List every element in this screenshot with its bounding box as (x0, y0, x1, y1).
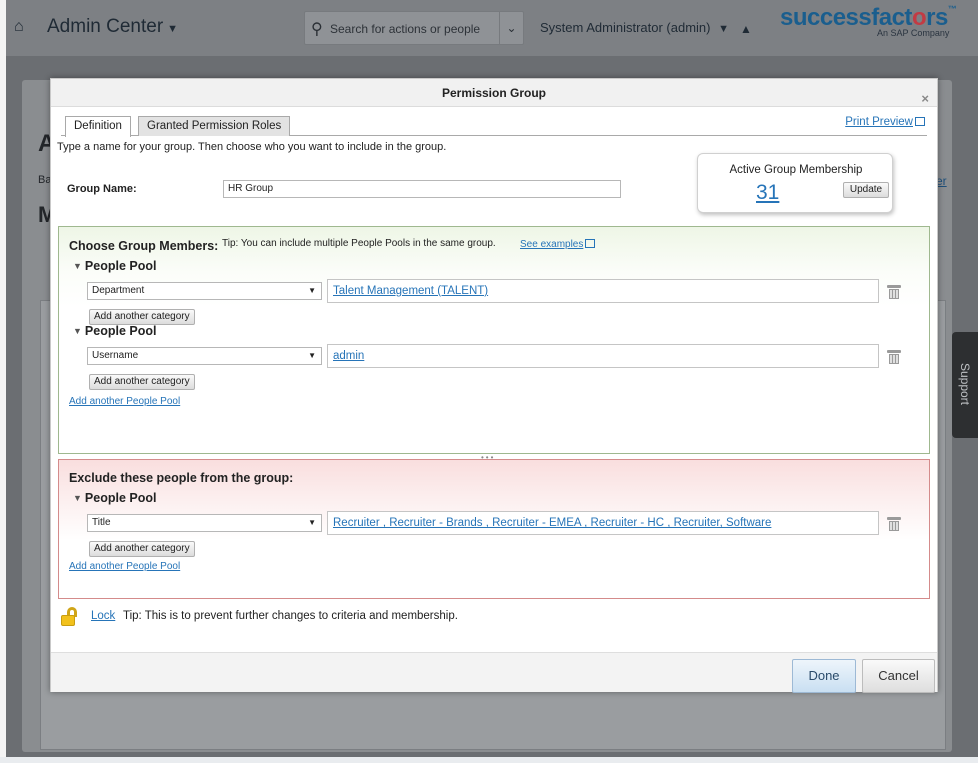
tab-definition[interactable]: Definition (65, 116, 131, 137)
chevron-down-icon: ▼ (308, 286, 316, 295)
search-box[interactable]: ⚲ Search for actions or people ⌄ (304, 11, 524, 45)
people-pool-title[interactable]: ▼ People Pool (73, 324, 156, 338)
add-category-button[interactable]: Add another category (89, 541, 195, 557)
bell-icon[interactable]: ▲ (740, 22, 752, 36)
instructions: Type a name for your group. Then choose … (57, 141, 447, 153)
home-icon[interactable]: ⌂ (14, 18, 24, 36)
collapse-triangle-icon: ▼ (73, 326, 82, 336)
dialog-title: Permission Group (441, 86, 547, 100)
trash-icon[interactable] (887, 285, 901, 299)
group-name-label: Group Name: (67, 183, 137, 195)
dialog-tabs: Definition Granted Permission Roles (61, 116, 927, 137)
dialog-footer: Done Cancel (51, 652, 937, 693)
add-category-button[interactable]: Add another category (89, 309, 195, 325)
chevron-down-icon: ▼ (308, 351, 316, 360)
people-pool-title[interactable]: ▼ People Pool (73, 259, 156, 273)
search-icon: ⚲ (311, 21, 323, 38)
lock-icon[interactable] (61, 607, 79, 626)
admin-center-menu[interactable]: Admin Center ▼ (47, 16, 178, 38)
add-people-pool-link[interactable]: Add another People Pool (69, 396, 180, 407)
category-select[interactable]: Department ▼ (87, 282, 322, 300)
active-membership-title: Active Group Membership (729, 164, 863, 176)
done-button[interactable]: Done (792, 659, 856, 693)
people-pool-criteria[interactable]: Talent Management (TALENT) (327, 279, 879, 303)
print-preview-link[interactable]: Print Preview (845, 116, 925, 128)
brand-subtitle: An SAP Company (877, 28, 950, 38)
group-name-field[interactable]: HR Group (223, 180, 621, 198)
add-category-button[interactable]: Add another category (89, 374, 195, 390)
people-pool-title[interactable]: ▼ People Pool (73, 491, 156, 505)
category-select[interactable]: Username ▼ (87, 347, 322, 365)
chevron-down-icon: ▼ (718, 23, 730, 35)
choose-members-tip: Tip: You can include multiple People Poo… (222, 238, 496, 249)
chevron-down-icon: ▼ (308, 518, 316, 527)
search-input[interactable]: Search for actions or people (330, 22, 480, 36)
people-pool-criteria[interactable]: admin (327, 344, 879, 368)
cancel-button[interactable]: Cancel (862, 659, 935, 693)
support-tab[interactable]: Support (952, 332, 978, 438)
membership-count[interactable]: 31 (756, 181, 779, 205)
choose-group-members-section: Choose Group Members: Tip: You can inclu… (58, 226, 930, 454)
add-people-pool-link[interactable]: Add another People Pool (69, 561, 180, 572)
user-name: System Administrator (admin) (540, 20, 711, 35)
chevron-down-icon: ▼ (167, 23, 179, 35)
trash-icon[interactable] (887, 517, 901, 531)
trash-icon[interactable] (887, 350, 901, 364)
top-header: ⌂ Admin Center ▼ ⚲ Search for actions or … (0, 0, 978, 56)
user-menu[interactable]: System Administrator (admin) ▼ (540, 20, 729, 35)
admin-center-label: Admin Center (47, 16, 164, 37)
support-label: Support (958, 362, 972, 406)
permission-group-dialog: Permission Group × Definition Granted Pe… (50, 78, 938, 693)
window-edge (0, 757, 978, 763)
external-link-icon (915, 117, 925, 126)
update-button[interactable]: Update (843, 182, 889, 198)
people-pool-criteria[interactable]: Recruiter , Recruiter - Brands , Recruit… (327, 511, 879, 535)
collapse-triangle-icon: ▼ (73, 493, 82, 503)
dialog-header: Permission Group × (51, 79, 937, 107)
see-examples-link[interactable]: See examples (520, 238, 596, 250)
exclude-title: Exclude these people from the group: (69, 471, 294, 485)
search-scope-dropdown[interactable]: ⌄ (499, 12, 523, 44)
lock-link[interactable]: Lock (91, 610, 115, 622)
collapse-triangle-icon: ▼ (73, 261, 82, 271)
exclude-people-section: Exclude these people from the group: ▼ Pe… (58, 459, 930, 599)
close-icon[interactable]: × (921, 85, 929, 113)
lock-tip: Tip: This is to prevent further changes … (123, 610, 458, 622)
active-group-membership-panel: Active Group Membership 31 Update (697, 153, 893, 213)
window-edge (0, 0, 6, 763)
category-select[interactable]: Title ▼ (87, 514, 322, 532)
choose-members-title: Choose Group Members: (69, 239, 219, 253)
external-link-icon (585, 239, 596, 248)
tab-granted-permission-roles[interactable]: Granted Permission Roles (138, 116, 291, 136)
